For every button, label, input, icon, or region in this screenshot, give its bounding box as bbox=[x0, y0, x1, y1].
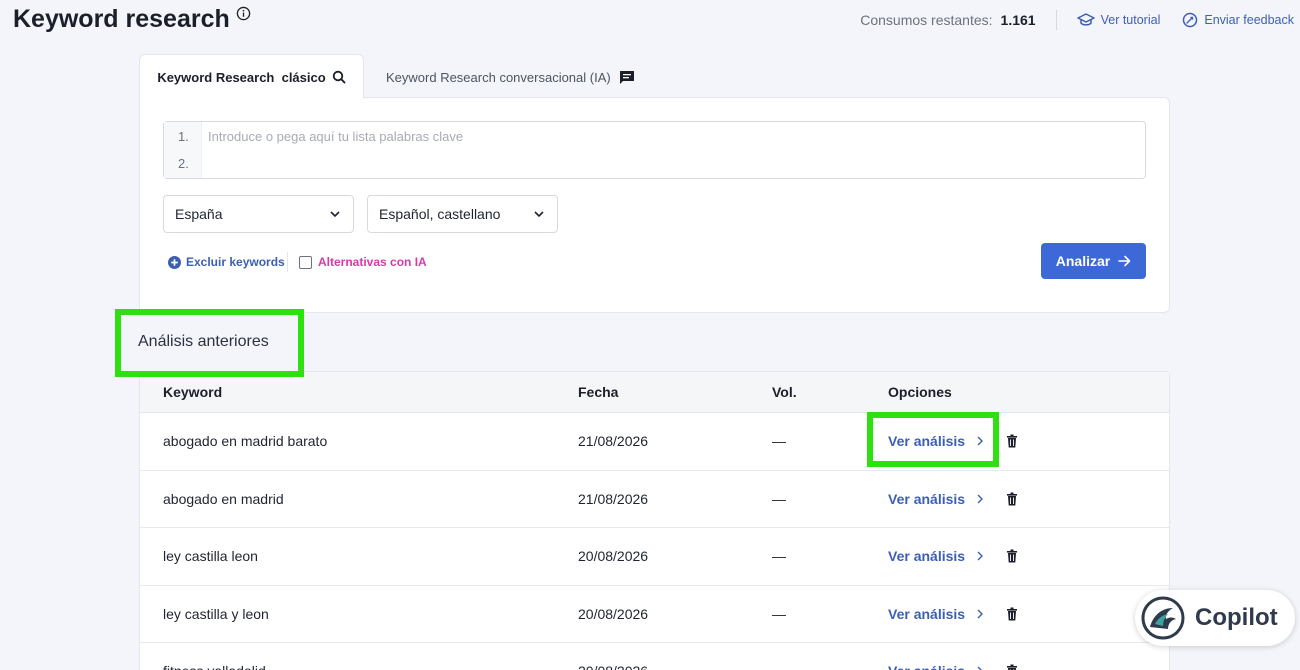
chevron-right-icon bbox=[977, 551, 984, 561]
row-date: 20/08/2026 bbox=[578, 605, 649, 622]
column-header-options: Opciones bbox=[888, 384, 952, 400]
chevron-down-icon bbox=[330, 211, 340, 217]
row-keyword: ley castilla y leon bbox=[163, 605, 269, 622]
feedback-icon bbox=[1183, 12, 1198, 28]
language-select[interactable]: Español, castellano bbox=[367, 195, 558, 233]
view-analysis-label: Ver análisis bbox=[888, 490, 966, 507]
view-analysis-label: Ver análisis bbox=[888, 663, 965, 670]
search-card: 1. 2. Introduce o pega aquí tu lista pal… bbox=[139, 97, 1170, 313]
highlight-box bbox=[115, 309, 304, 377]
chevron-down-icon bbox=[534, 211, 544, 217]
analyze-button[interactable]: Analizar bbox=[1041, 243, 1146, 279]
row-keyword: ley castilla leon bbox=[163, 548, 258, 565]
column-header-date: Fecha bbox=[578, 384, 619, 400]
analyze-button-label: Analizar bbox=[1055, 253, 1111, 269]
graduation-cap-icon bbox=[1076, 13, 1095, 26]
view-analysis-label: Ver análisis bbox=[888, 605, 966, 622]
chevron-right-icon bbox=[977, 494, 984, 504]
trash-icon[interactable] bbox=[1006, 664, 1018, 670]
table-row: abogado en madrid barato 21/08/2026— Ver a… bbox=[140, 413, 1169, 471]
tab-classic[interactable]: Keyword Research clásico bbox=[139, 54, 364, 99]
ai-alternatives-option[interactable]: Alternativas con IA bbox=[299, 255, 427, 269]
language-value: Español, castellano bbox=[379, 206, 501, 222]
chat-icon bbox=[619, 70, 634, 84]
view-analysis-link[interactable]: Ver análisis bbox=[888, 605, 984, 622]
column-header-keyword: Keyword bbox=[163, 384, 223, 400]
table-row: abogado en madrid 21/08/2026 — Ver análisis bbox=[140, 471, 1169, 528]
keywords-textarea[interactable]: 1. 2. Introduce o pega aquí tu lista pal… bbox=[163, 121, 1146, 179]
column-header-volume: Vol. bbox=[772, 384, 797, 400]
trash-icon[interactable] bbox=[1006, 549, 1018, 563]
search-icon bbox=[332, 70, 346, 84]
ai-alternatives-checkbox[interactable] bbox=[299, 255, 312, 269]
table-header: Keyword Fecha Vol. Opciones bbox=[140, 372, 1169, 413]
row-volume: — bbox=[772, 663, 786, 670]
tab-conversational[interactable]: Keyword Research conversacional (IA) bbox=[364, 55, 657, 99]
row-date: 21/08/2026 bbox=[578, 433, 649, 450]
view-analysis-link[interactable]: Ver análisis bbox=[888, 548, 984, 565]
page-title: Keyword research bbox=[13, 5, 251, 34]
feedback-link[interactable]: Enviar feedback bbox=[1182, 12, 1294, 28]
row-volume: — bbox=[772, 605, 786, 622]
row-volume: — bbox=[772, 490, 786, 507]
row-volume: — bbox=[772, 548, 786, 565]
feedback-label: Enviar feedback bbox=[1204, 13, 1294, 27]
arrow-right-icon bbox=[1118, 255, 1131, 267]
copilot-logo-icon bbox=[1141, 596, 1185, 640]
trash-icon[interactable] bbox=[1006, 434, 1018, 448]
keywords-placeholder: Introduce o pega aquí tu lista palabras … bbox=[208, 129, 464, 144]
exclude-keywords-label: Excluir keywords bbox=[186, 255, 285, 269]
table-row: fitness valladolid 20/08/2026 — Ver análisi… bbox=[140, 643, 1169, 670]
ai-alternatives-label: Alternativas con IA bbox=[318, 255, 427, 269]
row-volume: — bbox=[772, 433, 786, 450]
consumos-value: 1.161 bbox=[1000, 12, 1036, 28]
row-keyword: abogado en madrid barato bbox=[163, 433, 328, 450]
tutorial-label: Ver tutorial bbox=[1100, 13, 1161, 27]
highlight-box bbox=[867, 412, 999, 467]
history-table: Keyword Fecha Vol. Opciones abogado en m… bbox=[139, 371, 1170, 670]
tab-classic-label: Keyword Research clásico bbox=[157, 69, 326, 85]
view-analysis-link[interactable]: Ver análisis bbox=[888, 663, 983, 670]
chevron-right-icon bbox=[977, 666, 982, 670]
consumos-label: Consumos restantes: bbox=[860, 12, 993, 28]
page-title-text: Keyword research bbox=[13, 5, 230, 33]
table-row: ley castilla y leon 20/08/2026 — Ver anális… bbox=[140, 586, 1169, 643]
copilot-label: Copilot bbox=[1195, 604, 1278, 631]
row-keyword: abogado en madrid bbox=[163, 490, 284, 507]
line-number: 1. bbox=[178, 129, 189, 144]
table-row: ley castilla leon 20/08/2026 — Ver análisis bbox=[140, 528, 1169, 586]
view-analysis-link[interactable]: Ver análisis bbox=[888, 490, 984, 507]
exclude-keywords-button[interactable]: Excluir keywords bbox=[168, 255, 285, 269]
row-keyword: fitness valladolid bbox=[163, 663, 266, 670]
info-icon[interactable] bbox=[236, 6, 251, 21]
row-date: 20/08/2026 bbox=[578, 663, 648, 670]
trash-icon[interactable] bbox=[1006, 607, 1018, 621]
country-select[interactable]: España bbox=[163, 195, 354, 233]
research-tabs: Keyword Research clásico Keyword Researc… bbox=[139, 54, 657, 99]
trash-icon[interactable] bbox=[1006, 492, 1018, 506]
options-divider bbox=[287, 252, 288, 272]
row-date: 21/08/2026 bbox=[578, 490, 649, 507]
country-value: España bbox=[175, 206, 223, 222]
tutorial-link[interactable]: Ver tutorial bbox=[1076, 13, 1161, 27]
row-date: 20/08/2026 bbox=[578, 548, 649, 565]
plus-circle-icon bbox=[168, 255, 181, 269]
chevron-right-icon bbox=[977, 609, 984, 619]
tab-conversational-label: Keyword Research conversacional (IA) bbox=[386, 69, 611, 85]
view-analysis-label: Ver análisis bbox=[888, 548, 966, 565]
line-number-gutter: 1. 2. bbox=[164, 122, 202, 178]
copilot-button[interactable]: Copilot bbox=[1135, 590, 1295, 646]
header-actions: Consumos restantes: 1.161 Ver tutorial E… bbox=[860, 10, 1294, 30]
header-divider bbox=[1055, 10, 1057, 30]
line-number: 2. bbox=[178, 156, 189, 171]
